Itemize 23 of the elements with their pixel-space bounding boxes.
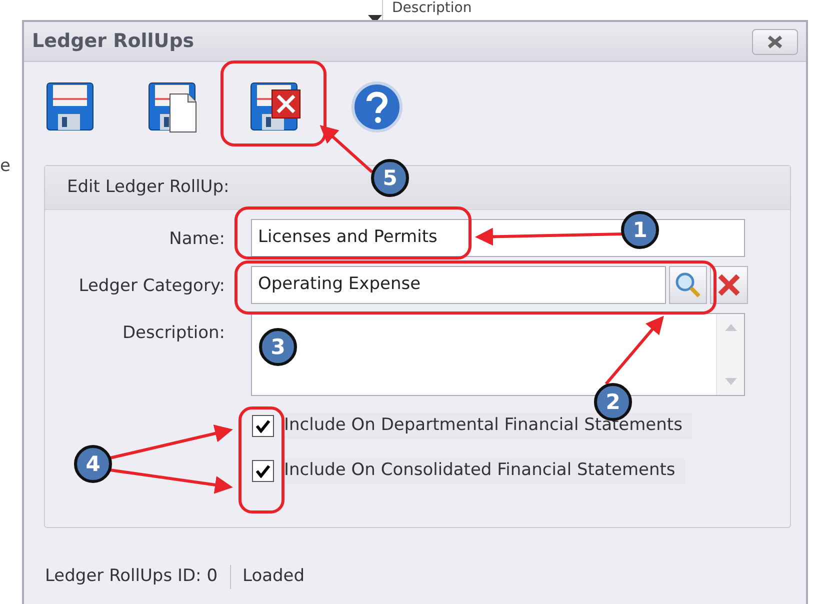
checkbox-label: Include On Consolidated Financial Statements bbox=[284, 458, 686, 484]
field-label: Description: bbox=[121, 322, 225, 345]
checkbox[interactable] bbox=[252, 415, 274, 437]
status-text: Loaded bbox=[242, 565, 305, 588]
checkbox[interactable] bbox=[252, 460, 274, 482]
column-header: Description bbox=[392, 0, 472, 17]
clear-button[interactable] bbox=[710, 266, 748, 304]
help-icon bbox=[350, 80, 404, 134]
field-label: Ledger Category: bbox=[78, 275, 225, 298]
arrow bbox=[604, 316, 664, 385]
close-icon bbox=[767, 34, 783, 48]
field-label: Name: bbox=[168, 228, 225, 251]
help-button[interactable] bbox=[350, 80, 404, 134]
window-title: Ledger RollUps bbox=[32, 29, 194, 54]
clear-icon bbox=[716, 272, 742, 298]
checkbox-label: Include On Departmental Financial Statements bbox=[284, 413, 692, 439]
arrow bbox=[320, 125, 373, 174]
status-text: Ledger RollUps ID: 0 bbox=[45, 565, 218, 588]
category-field[interactable]: Operating Expense bbox=[251, 266, 666, 304]
cell-text: e bbox=[0, 155, 10, 178]
search-button[interactable] bbox=[669, 266, 707, 304]
close-button[interactable] bbox=[752, 28, 798, 54]
search-icon bbox=[674, 271, 702, 299]
